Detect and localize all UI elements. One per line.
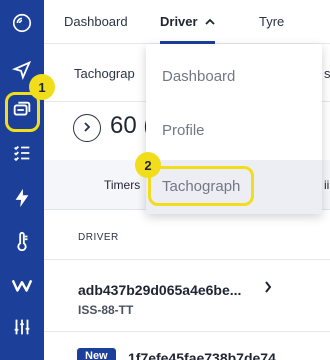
tab-driver-label: Driver (160, 14, 198, 29)
tab-trailing[interactable]: ii (324, 178, 329, 192)
sliders-icon[interactable] (7, 312, 37, 342)
tab-driver[interactable]: Driver (160, 0, 216, 44)
app-logo-icon[interactable] (7, 8, 37, 38)
checklist-icon[interactable] (7, 138, 37, 168)
menu-item-label: Dashboard (162, 68, 236, 85)
thermometer-icon[interactable] (7, 227, 37, 257)
lightning-icon[interactable] (7, 183, 37, 213)
step1-callout-badge: 1 (29, 74, 55, 100)
new-badge: New (77, 348, 116, 360)
top-navigation: Dashboard Driver Tyre (44, 0, 330, 44)
table-row[interactable]: New 1f7efe45fae738b7de74 (44, 340, 330, 360)
column-header-driver[interactable]: DRIVER (78, 232, 119, 243)
step2-highlight-box (148, 166, 254, 206)
driver-id: adb437b29d065a4e6be... (78, 282, 242, 298)
driver-plate: ISS-88-TT (78, 303, 134, 317)
menu-item-dashboard[interactable]: Dashboard (146, 50, 322, 104)
menu-item-profile[interactable]: Profile (146, 104, 322, 158)
tab-dashboard[interactable]: Dashboard (64, 0, 128, 44)
tab-timers[interactable]: Timers (104, 178, 140, 192)
menu-item-label: Profile (162, 122, 205, 139)
table-row[interactable]: adb437b29d065a4e6be... ISS-88-TT (44, 262, 330, 332)
chevron-up-icon (205, 0, 215, 44)
chevron-right-icon (83, 119, 91, 137)
tab-tyre[interactable]: Tyre (259, 0, 284, 44)
subheader-trailing-text: s (324, 66, 330, 81)
page-title: Tachograp (74, 66, 135, 81)
table-header: DRIVER (44, 212, 330, 260)
w-logo-icon[interactable] (7, 270, 37, 300)
chevron-right-icon (264, 280, 272, 296)
expand-button[interactable] (73, 114, 101, 142)
sidebar (0, 0, 44, 360)
driver-id: 1f7efe45fae738b7de74 (128, 350, 276, 360)
step2-callout-badge: 2 (135, 152, 161, 178)
